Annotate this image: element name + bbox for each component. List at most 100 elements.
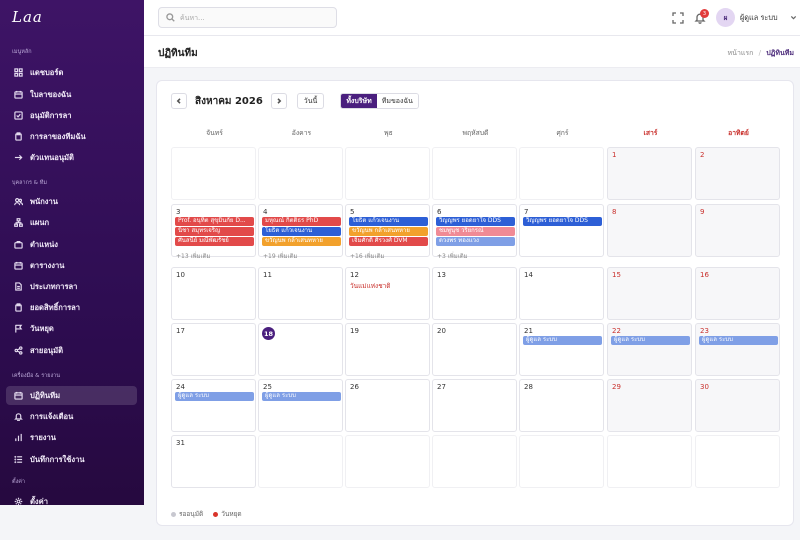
sidebar-item-label: พนักงาน (30, 196, 58, 206)
calendar-day-cell[interactable]: 30 (695, 379, 780, 432)
leave-event[interactable]: ศันสนีย์ มณีพัฒรัชย์ (175, 237, 254, 246)
leave-event[interactable]: ขวัญนพ กล้าเสนทหาย (349, 227, 428, 236)
today-button[interactable]: วันนี้ (296, 93, 325, 109)
sidebar-item[interactable]: ประเภทการลา (6, 277, 137, 296)
search-input[interactable] (180, 13, 330, 22)
avatar[interactable]: ผ (716, 8, 735, 27)
leave-event[interactable]: มหุณณ์ กิตติธร PhD (262, 217, 341, 226)
calendar-day-cell[interactable]: 1 (607, 147, 692, 200)
arrow-right-icon (14, 153, 23, 162)
calendar-day-cell[interactable]: 23 ผู้ดูแล ระบบ (695, 323, 780, 376)
users-icon (14, 197, 23, 206)
more-events-link[interactable]: +13 เพิ่มเติม (176, 251, 210, 261)
app-logo[interactable]: Laa (12, 8, 43, 26)
calendar-icon (14, 90, 23, 99)
sidebar-item[interactable]: ปฏิทินทีม (6, 386, 137, 405)
calendar-day-cell[interactable]: 22 ผู้ดูแล ระบบ (607, 323, 692, 376)
user-name[interactable]: ผู้ดูแล ระบบ (740, 13, 778, 24)
calendar-empty-cell (258, 435, 343, 488)
calendar-day-cell[interactable]: 28 (519, 379, 604, 432)
leave-event[interactable]: ผู้ดูแล ระบบ (699, 336, 778, 345)
calendar-day-cell[interactable]: 25 ผู้ดูแล ระบบ (258, 379, 343, 432)
calendar-day-cell[interactable]: 2 (695, 147, 780, 200)
calendar-empty-cell (695, 435, 780, 488)
sidebar-item[interactable]: บันทึกการใช้งาน (6, 450, 137, 469)
sidebar-item[interactable]: แผนก (6, 213, 137, 232)
search-icon (166, 13, 175, 22)
leave-event[interactable]: นิชา สมุทรเจริญ (175, 227, 254, 236)
sidebar-item[interactable]: ยอดสิทธิ์การลา (6, 298, 137, 317)
calendar-day-cell[interactable]: 4 มหุณณ์ กิตติธร PhD โยธิต แก้วเจนงาน ขวัญน… (258, 204, 343, 260)
sidebar-item-label: สายอนุมัติ (30, 345, 64, 355)
calendar-day-cell[interactable]: 8 (607, 204, 692, 257)
sidebar-item[interactable]: รายงาน (6, 428, 137, 447)
sidebar-item[interactable]: สายอนุมัติ (6, 341, 137, 360)
leave-event[interactable]: ผู้ดูแล ระบบ (175, 392, 254, 401)
leave-event[interactable]: ผู้ดูแล ระบบ (611, 336, 690, 345)
breadcrumb: หน้าแรก / ปฏิทินทีม (728, 48, 794, 59)
list-icon (14, 455, 23, 464)
calendar-day-cell[interactable]: 6 วิญญพร ยอดยาใจ DDS ชมพูนุช วริยกรณ์ ดวงพร… (432, 204, 517, 260)
user-menu-toggle[interactable] (790, 14, 797, 21)
day-number: 3 (176, 208, 181, 216)
leave-event[interactable]: วิญญพร ยอดยาใจ DDS (436, 217, 515, 226)
sidebar-item[interactable]: ตารางงาน (6, 256, 137, 275)
calendar-day-cell[interactable]: 17 (171, 323, 256, 376)
prev-month-button[interactable] (171, 93, 187, 109)
leave-event[interactable]: โยธิต แก้วเจนงาน (262, 227, 341, 236)
leave-event[interactable]: เจิมศักดิ์ ศิรวงศ์ DVM (349, 237, 428, 246)
page-header: ปฏิทินทีม หน้าแรก / ปฏิทินทีม (144, 36, 800, 68)
calendar-day-cell[interactable]: 11 (258, 267, 343, 320)
sidebar-item[interactable]: ตัวแทนอนุมัติ (6, 148, 137, 167)
scope-toggle: ทั้งบริษัท ทีมของฉัน (340, 93, 419, 109)
sidebar-item[interactable]: ตำแหน่ง (6, 235, 137, 254)
calendar-day-cell[interactable]: 19 (345, 323, 430, 376)
calendar-day-cell[interactable]: 5 โยธิต แก้วเจนงาน ขวัญนพ กล้าเสนทหาย เจิมศ… (345, 204, 430, 260)
sidebar-item[interactable]: ตั้งค่า (6, 492, 137, 511)
more-events-link[interactable]: +16 เพิ่มเติม (350, 251, 384, 261)
leave-event[interactable]: ผู้ดูแล ระบบ (523, 336, 602, 345)
calendar-day-cell[interactable]: 15 (607, 267, 692, 320)
sidebar-item[interactable]: การลาของทีมฉัน (6, 127, 137, 146)
calendar-day-cell[interactable]: 29 (607, 379, 692, 432)
leave-event[interactable]: โยธิต แก้วเจนงาน (349, 217, 428, 226)
calendar-day-cell[interactable]: 21 ผู้ดูแล ระบบ (519, 323, 604, 376)
calendar-day-cell[interactable]: 9 (695, 204, 780, 257)
sidebar-item[interactable]: วันหยุด (6, 319, 137, 338)
calendar-day-cell[interactable]: 20 (432, 323, 517, 376)
calendar-day-cell[interactable]: 13 (432, 267, 517, 320)
calendar-day-cell[interactable]: 27 (432, 379, 517, 432)
sidebar-item[interactable]: การแจ้งเตือน (6, 407, 137, 426)
search-box[interactable] (158, 7, 337, 28)
sidebar-item[interactable]: แดชบอร์ด (6, 63, 137, 82)
calendar-day-cell[interactable]: 18 (258, 323, 343, 376)
leave-event[interactable]: วิญญพร ยอดยาใจ DDS (523, 217, 602, 226)
calendar-day-cell[interactable]: 31 (171, 435, 256, 488)
sidebar-item[interactable]: ใบลาของฉัน (6, 85, 137, 104)
calendar-day-cell[interactable]: 26 (345, 379, 430, 432)
breadcrumb-home[interactable]: หน้าแรก (728, 49, 754, 57)
more-events-link[interactable]: +19 เพิ่มเติม (263, 251, 297, 261)
calendar-day-cell[interactable]: 14 (519, 267, 604, 320)
calendar-day-cell[interactable]: 7 วิญญพร ยอดยาใจ DDS (519, 204, 604, 257)
day-number: 4 (263, 208, 268, 216)
scope-company-button[interactable]: ทั้งบริษัท (341, 94, 377, 108)
leave-event[interactable]: Prof. อนุทิต สุขุมิ้นกัย D... (175, 217, 254, 226)
day-number: 19 (350, 327, 359, 335)
scope-my-team-button[interactable]: ทีมของฉัน (376, 94, 418, 108)
sidebar-item[interactable]: อนุมัติการลา (6, 106, 137, 125)
calendar-day-cell[interactable]: 16 (695, 267, 780, 320)
sidebar-item[interactable]: พนักงาน (6, 192, 137, 211)
leave-event[interactable]: ขวัญนพ กล้าเสนทหาย (262, 237, 341, 246)
calendar-day-cell[interactable]: 10 (171, 267, 256, 320)
calendar-day-cell[interactable]: 24 ผู้ดูแล ระบบ (171, 379, 256, 432)
leave-event[interactable]: ดวงพร ทองแวง (436, 237, 515, 246)
fullscreen-button[interactable] (672, 12, 684, 24)
calendar-empty-cell (607, 435, 692, 488)
next-month-button[interactable] (270, 93, 287, 109)
calendar-day-cell[interactable]: 12 วันแม่แห่งชาติ (345, 267, 430, 320)
leave-event[interactable]: ผู้ดูแล ระบบ (262, 392, 341, 401)
calendar-day-cell[interactable]: 3 Prof. อนุทิต สุขุมิ้นกัย D... นิชา สมุทร… (171, 204, 256, 260)
more-events-link[interactable]: +3 เพิ่มเติม (437, 251, 468, 261)
leave-event[interactable]: ชมพูนุช วริยกรณ์ (436, 227, 515, 236)
